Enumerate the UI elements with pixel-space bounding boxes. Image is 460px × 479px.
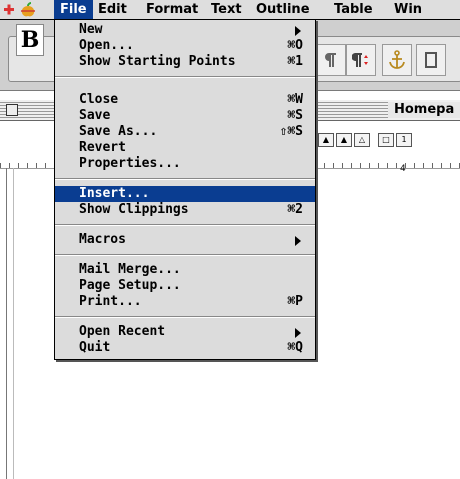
menu-item-insert[interactable]: Insert...	[55, 186, 315, 202]
submenu-arrow-icon	[295, 26, 301, 36]
menu-separator	[55, 178, 315, 180]
submenu-arrow-icon	[295, 328, 301, 338]
menu-item-show-starting-points[interactable]: Show Starting Points ⌘1	[55, 54, 315, 70]
menu-item-page-setup[interactable]: Page Setup...	[55, 278, 315, 294]
menu-item-close[interactable]: Close ⌘W	[55, 92, 315, 108]
menu-file[interactable]: File	[54, 0, 93, 19]
menu-outline[interactable]: Outline	[250, 0, 316, 19]
bold-button[interactable]: B	[16, 24, 44, 56]
column-icon[interactable]: 1	[396, 133, 412, 147]
menu-item-save[interactable]: Save ⌘S	[55, 108, 315, 124]
menu-bar: File Edit Format Text Outline Table Win	[0, 0, 460, 20]
menu-separator	[55, 254, 315, 256]
align-icon[interactable]: ▲	[336, 133, 352, 147]
menu-format[interactable]: Format	[140, 0, 204, 19]
menu-separator	[55, 76, 315, 78]
menu-item-quit[interactable]: Quit ⌘Q	[55, 340, 315, 356]
section-icon[interactable]	[416, 44, 446, 76]
menu-item-macros[interactable]: Macros	[55, 232, 315, 248]
document-title: Homepa	[388, 102, 460, 118]
document-toolrow: ▲ ▲ △ □ 1	[318, 133, 412, 147]
paragraph-spacing-icon[interactable]	[346, 44, 376, 76]
close-box-icon[interactable]	[6, 104, 18, 116]
menu-item-print[interactable]: Print... ⌘P	[55, 294, 315, 310]
menu-edit[interactable]: Edit	[92, 0, 133, 19]
margin-line	[13, 168, 14, 479]
anchor-icon[interactable]	[382, 44, 412, 76]
menu-item-show-clippings[interactable]: Show Clippings ⌘2	[55, 202, 315, 218]
paragraph-icon[interactable]	[316, 44, 346, 76]
menu-item-new[interactable]: New	[55, 22, 315, 38]
menu-table[interactable]: Table	[328, 0, 379, 19]
menu-item-save-as[interactable]: Save As... ⇧⌘S	[55, 124, 315, 140]
apple-menu-icon[interactable]	[4, 2, 44, 18]
margin-line	[6, 168, 7, 479]
menu-separator	[55, 316, 315, 318]
align-icon[interactable]: △	[354, 133, 370, 147]
column-icon[interactable]: □	[378, 133, 394, 147]
menu-window[interactable]: Win	[388, 0, 428, 19]
submenu-arrow-icon	[295, 236, 301, 246]
menu-separator	[55, 224, 315, 226]
menu-item-mail-merge[interactable]: Mail Merge...	[55, 262, 315, 278]
menu-item-open-recent[interactable]: Open Recent	[55, 324, 315, 340]
menu-item-properties[interactable]: Properties...	[55, 156, 315, 172]
menu-item-open[interactable]: Open... ⌘O	[55, 38, 315, 54]
file-menu: New Open... ⌘O Show Starting Points ⌘1 C…	[54, 19, 316, 360]
menu-item-revert[interactable]: Revert	[55, 140, 315, 156]
menu-text[interactable]: Text	[205, 0, 248, 19]
ruler-label: 4	[400, 164, 406, 174]
align-icon[interactable]: ▲	[318, 133, 334, 147]
